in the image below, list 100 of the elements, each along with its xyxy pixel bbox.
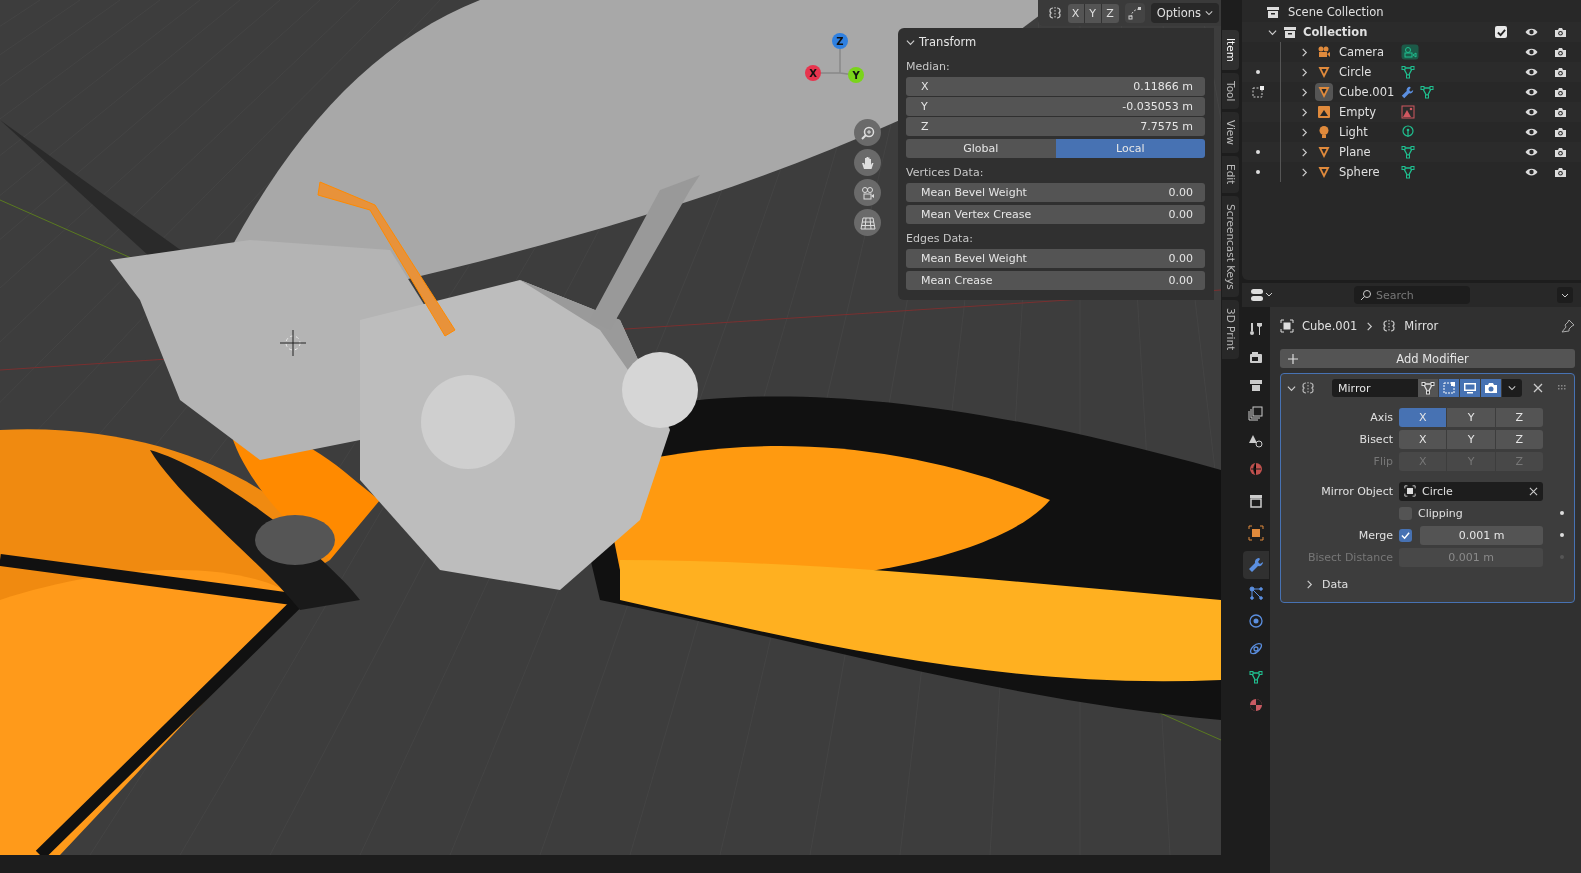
field-label: Z: [921, 120, 929, 133]
field-value: Circle: [1422, 484, 1454, 498]
axis-toggle[interactable]: X: [1399, 407, 1448, 427]
render-camera-icon: [1248, 349, 1264, 365]
sidebar-tab[interactable]: Item: [1222, 30, 1239, 70]
number-field[interactable]: Mean Bevel Weight 0.00: [906, 183, 1205, 202]
collapse-chevron-icon[interactable]: [906, 37, 915, 47]
modifier-toggle[interactable]: [1460, 379, 1480, 397]
field-label: Mirror Object: [1320, 484, 1393, 498]
eye-icon[interactable]: [1525, 47, 1538, 57]
camera-icon: [1484, 381, 1498, 395]
breadcrumb-chevron-icon[interactable]: [1365, 321, 1375, 331]
snap-button[interactable]: [1124, 3, 1145, 23]
checkbox[interactable]: [1495, 26, 1507, 38]
number-field[interactable]: 0.001 m: [1420, 525, 1543, 545]
camera-icon[interactable]: [1554, 46, 1567, 58]
eye-icon[interactable]: [1525, 147, 1538, 157]
number-field[interactable]: X 0.11866 m: [906, 77, 1205, 96]
camera-icon[interactable]: [1554, 166, 1567, 178]
collection-icon: [1266, 5, 1280, 19]
outliner-item[interactable]: Light: [1339, 125, 1395, 139]
sidebar-tab[interactable]: Screencast Keys: [1222, 195, 1239, 298]
editor-type-icon[interactable]: [1250, 288, 1274, 302]
modifier-toggle[interactable]: [1418, 379, 1438, 397]
outliner-item[interactable]: Cube.001: [1339, 85, 1395, 99]
subpanel-header[interactable]: Data: [1322, 577, 1349, 591]
axis-toggle[interactable]: Z: [1495, 407, 1543, 427]
field-value: 7.7575 m: [1140, 120, 1193, 133]
object-field[interactable]: Circle: [1399, 481, 1543, 501]
axis-toggle[interactable]: Y: [1447, 407, 1496, 427]
number-field[interactable]: Mean Bevel Weight 0.00: [906, 249, 1205, 268]
outliner-item[interactable]: Sphere: [1339, 165, 1395, 179]
sidebar-tab[interactable]: Tool: [1222, 72, 1239, 110]
eye-icon[interactable]: [1525, 87, 1538, 97]
hand-icon: [859, 154, 876, 171]
eye-icon[interactable]: [1525, 67, 1538, 77]
pin-icon[interactable]: [1561, 319, 1575, 333]
modifier-name-field[interactable]: Mirror: [1332, 379, 1418, 397]
collapse-chevron-icon[interactable]: [1287, 383, 1296, 393]
caret-icon: [1508, 384, 1516, 392]
square-object-icon: [1248, 525, 1264, 541]
expand-chevron-icon[interactable]: [1268, 27, 1277, 37]
outliner-item[interactable]: Circle: [1339, 65, 1395, 79]
section-label: Edges Data:: [906, 232, 974, 245]
axis-toggle[interactable]: Z: [1495, 429, 1543, 449]
outliner-item[interactable]: Empty: [1339, 105, 1395, 119]
options-dropdown[interactable]: Options: [1150, 3, 1219, 23]
sidebar-tab[interactable]: View: [1222, 112, 1239, 154]
modifier-menu-button[interactable]: [1502, 379, 1522, 397]
keyframe-dot[interactable]: [1560, 533, 1564, 537]
number-field[interactable]: Y -0.035053 m: [906, 97, 1205, 116]
number-field[interactable]: Mean Crease 0.00: [906, 271, 1205, 290]
axis-toggle[interactable]: X: [1067, 3, 1085, 23]
image-stack-icon: [1248, 405, 1264, 421]
object-icon: [1280, 319, 1294, 333]
breadcrumb-item[interactable]: Cube.001: [1302, 319, 1358, 333]
camera-icon[interactable]: [1554, 126, 1567, 138]
eye-icon[interactable]: [1525, 127, 1538, 137]
cage-icon: [1442, 381, 1456, 395]
camera-icon[interactable]: [1554, 146, 1567, 158]
keyframe-dot[interactable]: [1560, 511, 1564, 515]
axis-toggle[interactable]: Y: [1447, 429, 1496, 449]
outliner-item[interactable]: Collection: [1303, 25, 1368, 39]
field-label: Bisect Distance: [1306, 550, 1393, 564]
axis-toggle[interactable]: X: [1399, 429, 1448, 449]
clear-icon[interactable]: [1529, 486, 1538, 496]
checkbox-label: Clipping: [1418, 506, 1463, 520]
outliner-item[interactable]: Plane: [1339, 145, 1395, 159]
panel-title: Transform: [919, 35, 977, 49]
drag-handle-icon[interactable]: [1558, 385, 1568, 391]
edit-mode-icon[interactable]: [1251, 85, 1265, 99]
modifier-toggle[interactable]: [1481, 379, 1501, 397]
search-field[interactable]: Search: [1354, 286, 1470, 304]
breadcrumb-item[interactable]: Mirror: [1404, 319, 1439, 333]
close-icon[interactable]: [1533, 383, 1543, 393]
space-toggle[interactable]: Local: [1055, 139, 1205, 158]
sidebar-tab[interactable]: Edit: [1222, 156, 1239, 193]
field-label: Mean Vertex Crease: [921, 208, 1032, 221]
add-modifier-button[interactable]: Add Modifier: [1280, 349, 1575, 368]
camera-icon[interactable]: [1554, 86, 1567, 98]
number-field[interactable]: Mean Vertex Crease 0.00: [906, 205, 1205, 224]
eye-icon[interactable]: [1525, 107, 1538, 117]
camera-icon[interactable]: [1554, 66, 1567, 78]
outliner-item[interactable]: Scene Collection: [1288, 5, 1384, 19]
tool-icon: [1248, 321, 1264, 337]
checkbox[interactable]: [1399, 528, 1412, 542]
mirror-icon: [1382, 319, 1397, 333]
eye-icon[interactable]: [1525, 167, 1538, 177]
modifier-toggle[interactable]: [1439, 379, 1459, 397]
camera-icon[interactable]: [1554, 26, 1567, 38]
sidebar-tab[interactable]: 3D Print: [1222, 300, 1239, 359]
outliner-item[interactable]: Camera: [1339, 45, 1395, 59]
material-sphere-icon: [1248, 697, 1264, 713]
camera-icon[interactable]: [1554, 106, 1567, 118]
mesh-data-icon: [1420, 85, 1434, 99]
space-toggle[interactable]: Global: [906, 139, 1056, 158]
expand-chevron-icon[interactable]: [1305, 579, 1314, 589]
dropdown-icon[interactable]: [1557, 287, 1573, 303]
eye-icon[interactable]: [1525, 27, 1538, 37]
number-field[interactable]: Z 7.7575 m: [906, 117, 1205, 136]
